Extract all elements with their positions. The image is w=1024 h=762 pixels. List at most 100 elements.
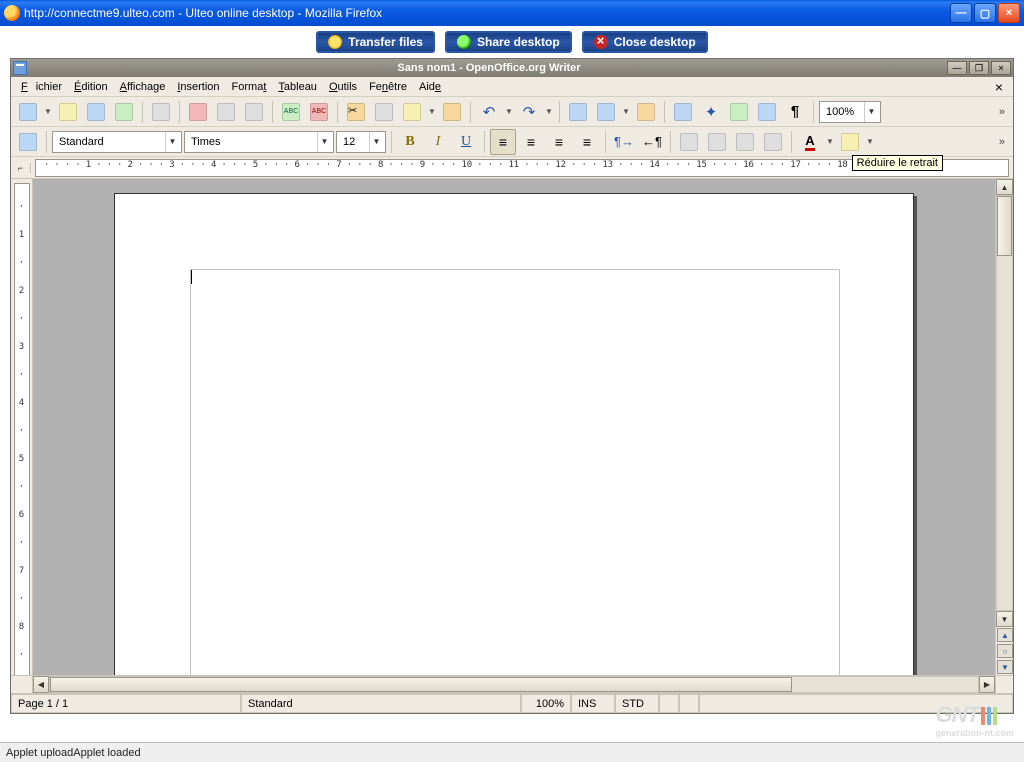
paste-dropdown[interactable]: ▼ — [427, 107, 437, 116]
datasources-button[interactable] — [754, 99, 780, 125]
status-sig[interactable] — [679, 694, 699, 713]
format-toolbar-overflow[interactable]: » — [995, 136, 1009, 148]
undo-dropdown[interactable]: ▼ — [504, 107, 514, 116]
menu-affichage[interactable]: Affichage — [116, 80, 170, 94]
scroll-left-button[interactable]: ◀ — [33, 676, 49, 693]
table-icon — [597, 103, 615, 121]
redo-button[interactable]: ↷ — [516, 99, 542, 125]
print-preview-button[interactable] — [241, 99, 267, 125]
firefox-minimize-button[interactable]: — — [950, 3, 972, 23]
document-area[interactable] — [33, 179, 995, 675]
navigator-button[interactable]: ✦ — [698, 99, 724, 125]
increase-indent-button[interactable] — [760, 129, 786, 155]
align-center-button[interactable]: ≡ — [518, 129, 544, 155]
scroll-up-button[interactable]: ▲ — [996, 179, 1013, 195]
oo-minimize-button[interactable]: — — [947, 61, 967, 75]
close-document-button[interactable]: × — [991, 78, 1007, 96]
horizontal-scrollbar[interactable]: ◀ ▶ — [33, 676, 995, 693]
show-draw-button[interactable] — [633, 99, 659, 125]
scroll-right-button[interactable]: ▶ — [979, 676, 995, 693]
font-color-dropdown[interactable]: ▼ — [825, 137, 835, 146]
rtl-button[interactable]: ←¶ — [639, 129, 665, 155]
toolbar-overflow[interactable]: » — [995, 106, 1009, 118]
highlight-button[interactable] — [837, 129, 863, 155]
menu-edition[interactable]: Édition — [70, 80, 112, 94]
font-color-button[interactable]: A — [797, 129, 823, 155]
share-desktop-button[interactable]: Share desktop — [445, 31, 572, 53]
prev-page-button[interactable]: ▲ — [997, 628, 1013, 642]
save-icon — [87, 103, 105, 121]
table-dropdown[interactable]: ▼ — [621, 107, 631, 116]
next-page-button[interactable]: ▼ — [997, 660, 1013, 674]
scroll-thumb-h[interactable] — [50, 677, 792, 692]
firefox-maximize-button[interactable]: ▢ — [974, 3, 996, 23]
highlight-dropdown[interactable]: ▼ — [865, 137, 875, 146]
firefox-statusbar: Applet uploadApplet loaded — [0, 742, 1024, 762]
navigation-button[interactable]: ○ — [997, 644, 1013, 658]
open-button[interactable] — [55, 99, 81, 125]
decrease-indent-button[interactable] — [732, 129, 758, 155]
status-zoom[interactable]: 100% — [521, 694, 571, 713]
scroll-thumb-v[interactable] — [997, 196, 1012, 256]
paragraph-style-combo[interactable]: Standard▼ — [52, 131, 182, 153]
email-button[interactable] — [111, 99, 137, 125]
italic-button[interactable]: I — [425, 129, 451, 155]
status-sel[interactable] — [659, 694, 679, 713]
scroll-track-h[interactable] — [49, 676, 979, 693]
cut-button[interactable]: ✂ — [343, 99, 369, 125]
menu-fenetre[interactable]: Fenêtre — [365, 80, 411, 94]
menu-outils[interactable]: Outils — [325, 80, 361, 94]
underline-button[interactable]: U — [453, 129, 479, 155]
copy-button[interactable] — [371, 99, 397, 125]
vertical-scrollbar[interactable]: ▲ ▼ ▲ ○ ▼ — [995, 179, 1013, 675]
menu-fichier[interactable]: Fichier — [17, 80, 66, 94]
ruler-scale-v[interactable]: ·1·2·3·4·5·6·7·8·9 — [14, 183, 30, 675]
bullets-button[interactable] — [704, 129, 730, 155]
scroll-track-v[interactable] — [996, 195, 1013, 611]
font-size-combo[interactable]: 12▼ — [336, 131, 386, 153]
page[interactable] — [114, 193, 914, 675]
export-pdf-button[interactable] — [185, 99, 211, 125]
paste-button[interactable] — [399, 99, 425, 125]
format-paintbrush-button[interactable] — [439, 99, 465, 125]
edit-file-button[interactable] — [148, 99, 174, 125]
gallery-button[interactable] — [726, 99, 752, 125]
status-std[interactable]: STD — [615, 694, 659, 713]
oo-close-button[interactable]: × — [991, 61, 1011, 75]
menu-tableau[interactable]: Tableau — [274, 80, 321, 94]
align-justify-button[interactable]: ≡ — [574, 129, 600, 155]
print-button[interactable] — [213, 99, 239, 125]
transfer-icon — [328, 35, 342, 49]
font-name-combo[interactable]: Times▼ — [184, 131, 334, 153]
tab-stop-selector[interactable]: ⌐ — [11, 163, 31, 173]
vertical-ruler[interactable]: ·1·2·3·4·5·6·7·8·9 — [11, 179, 33, 675]
save-button[interactable] — [83, 99, 109, 125]
new-button[interactable] — [15, 99, 41, 125]
hyperlink-button[interactable] — [565, 99, 591, 125]
redo-dropdown[interactable]: ▼ — [544, 107, 554, 116]
styles-window-button[interactable] — [15, 129, 41, 155]
undo-button[interactable]: ↶ — [476, 99, 502, 125]
firefox-close-button[interactable]: × — [998, 3, 1020, 23]
find-button[interactable] — [670, 99, 696, 125]
autospell-button[interactable]: ABC — [306, 99, 332, 125]
menu-aide[interactable]: Aide — [415, 80, 445, 94]
align-right-button[interactable]: ≡ — [546, 129, 572, 155]
ltr-button[interactable]: ¶→ — [611, 129, 637, 155]
bold-button[interactable]: B — [397, 129, 423, 155]
close-desktop-button[interactable]: Close desktop — [582, 31, 708, 53]
nonprinting-button[interactable]: ¶ — [782, 99, 808, 125]
spellcheck-button[interactable]: ABC — [278, 99, 304, 125]
scroll-down-button[interactable]: ▼ — [996, 611, 1013, 627]
transfer-files-button[interactable]: Transfer files — [316, 31, 435, 53]
zoom-combo[interactable]: 100%▼ — [819, 101, 881, 123]
align-left-button[interactable]: ≡ — [490, 129, 516, 155]
new-dropdown[interactable]: ▼ — [43, 107, 53, 116]
rtl-icon: ←¶ — [642, 134, 662, 149]
status-ins[interactable]: INS — [571, 694, 615, 713]
menu-format[interactable]: Format — [228, 80, 271, 94]
oo-maximize-button[interactable]: ❐ — [969, 61, 989, 75]
table-button[interactable] — [593, 99, 619, 125]
menu-insertion[interactable]: Insertion — [173, 80, 223, 94]
numbering-button[interactable] — [676, 129, 702, 155]
